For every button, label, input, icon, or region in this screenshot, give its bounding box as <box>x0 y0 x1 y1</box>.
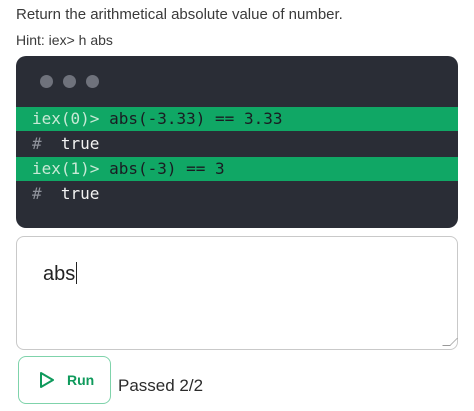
output-prefix: # <box>32 134 42 153</box>
exercise-panel: Return the arithmetical absolute value o… <box>0 0 474 411</box>
terminal-input-line: iex(1)> abs(-3) == 3 <box>16 157 458 181</box>
question-hint: Hint: iex> h abs <box>16 32 113 48</box>
test-status: Passed 2/2 <box>118 376 204 395</box>
window-dot-icon <box>63 75 76 88</box>
terminal-input-line: iex(0)> abs(-3.33) == 3.33 <box>16 107 458 131</box>
terminal-code: abs(-3) == 3 <box>109 159 225 178</box>
iex-prompt: iex(0)> <box>32 109 100 128</box>
editor-value[interactable]: abs <box>43 263 75 285</box>
output-prefix: # <box>32 184 42 203</box>
run-button-label: Run <box>67 372 95 388</box>
terminal-output-line: # true <box>16 132 458 156</box>
iex-prompt: iex(1)> <box>32 159 100 178</box>
question-prompt: Return the arithmetical absolute value o… <box>16 6 343 23</box>
run-button[interactable]: Run <box>18 356 111 404</box>
window-controls <box>40 75 99 88</box>
code-editor[interactable]: abs <box>16 236 458 350</box>
terminal-result: true <box>60 184 100 203</box>
terminal-result: true <box>60 134 100 153</box>
play-icon <box>40 372 54 388</box>
window-dot-icon <box>40 75 53 88</box>
text-caret <box>76 262 78 284</box>
code-editor-text[interactable]: abs <box>43 262 78 286</box>
terminal-code: abs(-3.33) == 3.33 <box>109 109 283 128</box>
window-dot-icon <box>86 75 99 88</box>
terminal-window: iex(0)> abs(-3.33) == 3.33 # true iex(1)… <box>16 56 458 228</box>
resize-handle-icon[interactable] <box>442 338 458 346</box>
terminal-output-line: # true <box>16 182 458 206</box>
